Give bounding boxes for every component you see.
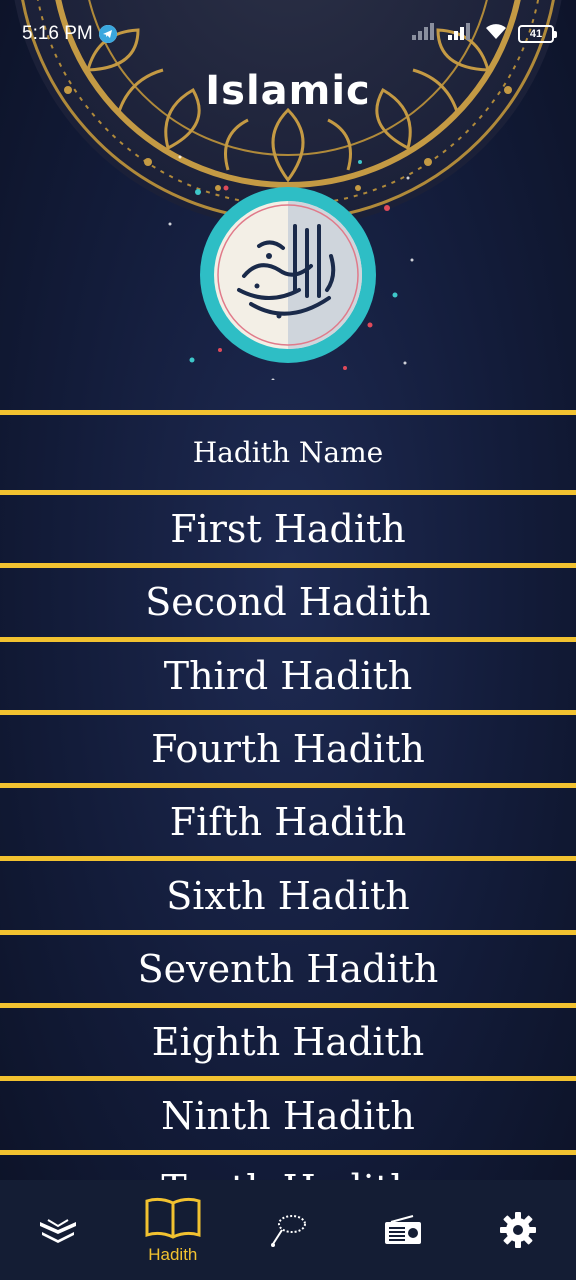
nav-quran[interactable] [0, 1180, 115, 1280]
table-header: Hadith Name [0, 410, 576, 490]
table-row[interactable]: Second Hadith [0, 563, 576, 636]
status-time: 5:16 PM [22, 23, 93, 44]
table-row[interactable]: Sixth Hadith [0, 856, 576, 929]
battery-icon: 41 [518, 25, 557, 43]
nav-tasbeeh[interactable] [230, 1180, 345, 1280]
telegram-icon [98, 25, 117, 43]
table-row[interactable]: Fifth Hadith [0, 783, 576, 856]
radio-icon [385, 1215, 422, 1244]
nav-radio[interactable] [346, 1180, 461, 1280]
table-row[interactable]: Fourth Hadith [0, 709, 576, 783]
nav-label-hadith: Hadith [148, 1245, 198, 1264]
page-title: Islamic [205, 68, 371, 114]
table-row[interactable]: Third Hadith [0, 636, 576, 710]
table-row[interactable]: Eighth Hadith [0, 1003, 576, 1076]
nav-hadith[interactable]: Hadith [115, 1180, 230, 1280]
status-left: 5:16 PM [22, 23, 117, 45]
wifi-icon [484, 22, 508, 46]
hadith-table: Hadith Name First Hadith Second Hadith T… [0, 410, 576, 1180]
tasbeeh-icon [271, 1215, 306, 1247]
nav-settings[interactable] [461, 1180, 576, 1280]
table-row[interactable]: Seventh Hadith [0, 929, 576, 1003]
gear-icon [500, 1212, 537, 1248]
bismillah-emblem [200, 187, 376, 363]
status-bar: 5:16 PM 41 [0, 0, 576, 68]
table-row[interactable]: Tenth Hadith [0, 1149, 576, 1180]
signal-icon-2 [448, 22, 474, 46]
status-right: 41 [412, 22, 557, 46]
table-row[interactable]: First Hadith [0, 490, 576, 563]
quran-icon [39, 1219, 76, 1243]
book-icon [145, 1197, 201, 1239]
bottom-nav: Hadith [0, 1180, 576, 1280]
signal-icon [412, 22, 438, 46]
table-row[interactable]: Ninth Hadith [0, 1076, 576, 1149]
